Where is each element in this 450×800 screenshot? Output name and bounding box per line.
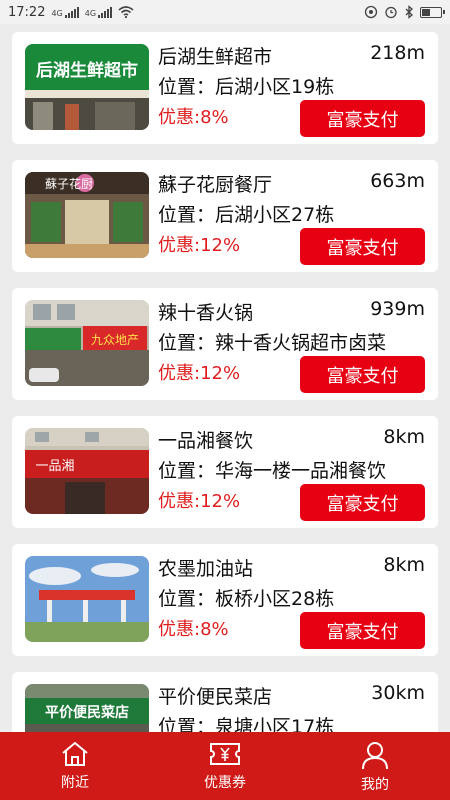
nav-item-nearby[interactable]: 附近 xyxy=(0,732,150,800)
pay-button[interactable]: 富豪支付 xyxy=(300,100,425,137)
pay-button[interactable]: 富豪支付 xyxy=(300,356,425,393)
store-name: 平价便民菜店 xyxy=(158,686,273,708)
store-distance: 663m xyxy=(370,170,425,192)
pay-button[interactable]: 富豪支付 xyxy=(300,228,425,265)
store-address: 位置：华海一楼一品湘餐饮 xyxy=(158,460,387,482)
thumb-sign: 平价便民菜店 xyxy=(45,704,129,721)
store-name: 辣十香火锅 xyxy=(158,302,254,324)
home-icon xyxy=(62,742,88,766)
thumb-sign: 后湖生鲜超市 xyxy=(36,60,138,81)
store-address: 位置：辣十香火锅超市卤菜 xyxy=(158,332,387,354)
store-distance: 8km xyxy=(383,554,425,576)
store-distance: 939m xyxy=(370,298,425,320)
store-discount: 优惠:8% xyxy=(158,619,229,640)
user-icon xyxy=(362,742,388,770)
store-thumbnail: 平价便民菜店 xyxy=(25,684,149,732)
store-thumbnail: 蘇子花厨 xyxy=(25,172,149,258)
store-distance: 30km xyxy=(371,682,425,704)
store-card[interactable]: 一品湘 一品湘餐饮 8km 位置：华海一楼一品湘餐饮 优惠:12% 富豪支付 xyxy=(12,416,438,528)
bottom-nav: 附近 优惠券 我的 xyxy=(0,732,450,800)
nav-label: 附近 xyxy=(61,775,89,791)
status-bar: 17:22 4G 4G xyxy=(0,0,450,24)
store-address: 位置：后湖小区27栋 xyxy=(158,204,335,226)
pay-button[interactable]: 富豪支付 xyxy=(300,484,425,521)
store-address: 位置：泉塘小区17栋 xyxy=(158,716,335,732)
store-discount: 优惠:8% xyxy=(158,107,229,128)
store-name: 蘇子花厨餐厅 xyxy=(158,174,273,196)
store-name: 农墨加油站 xyxy=(158,558,254,580)
pay-button[interactable]: 富豪支付 xyxy=(300,612,425,649)
store-distance: 8km xyxy=(383,426,425,448)
store-card[interactable]: 九众地产 辣十香火锅 939m 位置：辣十香火锅超市卤菜 优惠:12% 富豪支付 xyxy=(12,288,438,400)
signal-icon-2: 4G xyxy=(85,6,113,18)
store-discount: 优惠:12% xyxy=(158,491,241,512)
store-thumbnail: 九众地产 xyxy=(25,300,149,386)
store-card[interactable]: 蘇子花厨 蘇子花厨餐厅 663m 位置：后湖小区27栋 优惠:12% 富豪支付 xyxy=(12,160,438,272)
store-distance: 218m xyxy=(370,42,425,64)
status-time: 17:22 xyxy=(8,4,46,20)
nav-item-coupons[interactable]: 优惠券 xyxy=(150,732,300,800)
store-thumbnail xyxy=(25,556,149,642)
nav-item-mine[interactable]: 我的 xyxy=(300,732,450,800)
thumb-sign: 九众地产 xyxy=(91,333,139,347)
wifi-icon xyxy=(118,6,134,18)
thumb-sign: 蘇子花厨 xyxy=(45,176,93,191)
signal-icon: 4G xyxy=(51,6,79,18)
store-card[interactable]: 平价便民菜店 平价便民菜店 30km 位置：泉塘小区17栋 xyxy=(12,672,438,732)
nav-label: 优惠券 xyxy=(204,775,246,791)
battery-icon xyxy=(420,6,445,18)
bluetooth-icon xyxy=(405,5,413,19)
store-card[interactable]: 农墨加油站 8km 位置：板桥小区28栋 优惠:8% 富豪支付 xyxy=(12,544,438,656)
store-thumbnail: 一品湘 xyxy=(25,428,149,514)
store-discount: 优惠:12% xyxy=(158,235,241,256)
store-card[interactable]: 后湖生鲜超市 后湖生鲜超市 218m 位置：后湖小区19栋 优惠:8% 富豪支付 xyxy=(12,32,438,144)
eye-icon xyxy=(364,5,378,19)
alarm-icon xyxy=(385,6,397,19)
store-thumbnail: 后湖生鲜超市 xyxy=(25,44,149,130)
store-address: 位置：板桥小区28栋 xyxy=(158,588,335,610)
store-name: 后湖生鲜超市 xyxy=(158,46,273,68)
thumb-sign: 一品湘 xyxy=(35,459,74,474)
coupon-icon xyxy=(210,743,240,765)
store-name: 一品湘餐饮 xyxy=(158,430,254,452)
store-list[interactable]: 后湖生鲜超市 后湖生鲜超市 218m 位置：后湖小区19栋 优惠:8% 富豪支付… xyxy=(0,24,450,732)
store-discount: 优惠:12% xyxy=(158,363,241,384)
store-address: 位置：后湖小区19栋 xyxy=(158,76,335,98)
nav-label: 我的 xyxy=(361,777,389,793)
